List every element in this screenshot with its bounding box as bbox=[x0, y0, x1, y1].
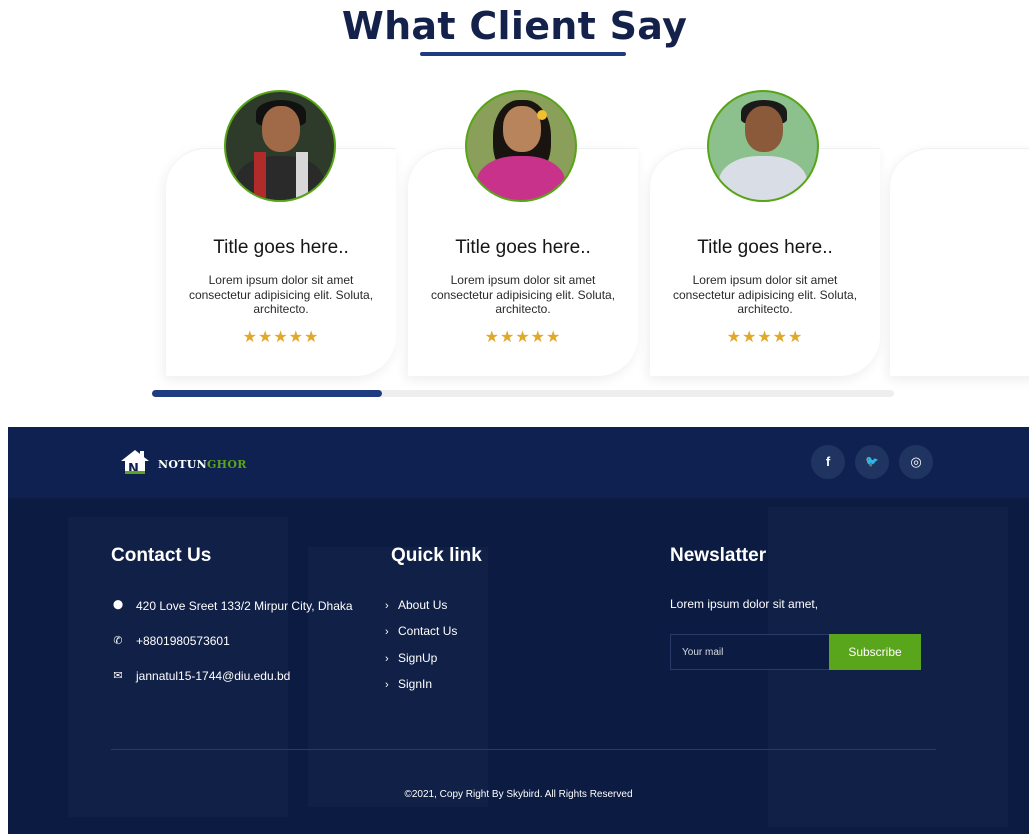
client-avatar bbox=[224, 90, 336, 202]
client-avatar bbox=[465, 90, 577, 202]
card-title: Title goes here.. bbox=[697, 237, 833, 258]
card-text: Lorem ipsum dolor sit amet consectetur a… bbox=[430, 273, 616, 316]
client-avatar bbox=[707, 90, 819, 202]
contact-email-text: jannatul15-1744@diu.edu.bd bbox=[136, 669, 291, 683]
footer: N NOTUNGHOR f 🐦 ◎ Contact Us ⬤ 420 Love … bbox=[8, 427, 1029, 834]
mail-icon: ✉ bbox=[113, 670, 123, 682]
card-title: Title goes here.. bbox=[455, 237, 591, 258]
quick-link-label: About Us bbox=[398, 598, 448, 612]
carousel-scrollbar[interactable] bbox=[152, 390, 894, 397]
quick-link-label: SignUp bbox=[398, 651, 438, 665]
instagram-icon[interactable]: ◎ bbox=[899, 445, 933, 479]
brand-name[interactable]: NOTUNGHOR bbox=[158, 458, 247, 471]
card-title: Title goes here.. bbox=[213, 237, 349, 258]
quick-link-about[interactable]: › About Us bbox=[385, 598, 447, 612]
quick-link-signup[interactable]: › SignUp bbox=[385, 651, 437, 665]
twitter-icon[interactable]: 🐦 bbox=[855, 445, 889, 479]
chevron-right-icon: › bbox=[385, 679, 389, 691]
card-text: Lorem ipsum dolor sit amet consectetur a… bbox=[672, 273, 858, 316]
facebook-icon[interactable]: f bbox=[811, 445, 845, 479]
house-logo-icon[interactable]: N bbox=[120, 449, 150, 475]
quick-link-label: SignIn bbox=[398, 677, 433, 691]
star-rating: ★★★★★ bbox=[726, 327, 804, 346]
footer-top-bar: N NOTUNGHOR f 🐦 ◎ bbox=[8, 427, 1029, 498]
chevron-right-icon: › bbox=[385, 653, 389, 665]
subscribe-button[interactable]: Subscribe bbox=[829, 634, 921, 670]
card-text: Lorem ipsum dolor sit amet consectetur a… bbox=[188, 273, 374, 316]
quick-link-label: Contact Us bbox=[398, 624, 458, 638]
chevron-right-icon: › bbox=[385, 600, 389, 612]
footer-divider bbox=[111, 749, 936, 750]
carousel-scrollbar-thumb[interactable] bbox=[152, 390, 383, 397]
quick-link-heading: Quick link bbox=[391, 545, 482, 566]
quick-link-contact[interactable]: › Contact Us bbox=[385, 624, 457, 638]
location-icon: ⬤ bbox=[112, 599, 124, 609]
star-rating: ★★★★★ bbox=[242, 327, 320, 346]
testimonial-card-partial bbox=[890, 148, 1029, 376]
quick-link-signin[interactable]: › SignIn bbox=[385, 677, 432, 691]
copyright-text: ©2021, Copy Right By Skybird. All Rights… bbox=[404, 789, 633, 800]
newsletter-heading: Newslatter bbox=[670, 545, 767, 566]
star-rating: ★★★★★ bbox=[484, 327, 562, 346]
newsletter-text: Lorem ipsum dolor sit amet, bbox=[670, 597, 819, 611]
brand-name-part1: NOTUN bbox=[158, 458, 207, 471]
contact-address-text: 420 Love Sreet 133/2 Mirpur City, Dhaka bbox=[136, 599, 353, 613]
newsletter-email-input[interactable] bbox=[670, 634, 829, 670]
chevron-right-icon: › bbox=[385, 626, 389, 638]
brand-name-part2: GHOR bbox=[206, 458, 247, 471]
testimonial-carousel[interactable]: Title goes here.. Lorem ipsum dolor sit … bbox=[0, 0, 1029, 400]
phone-icon: ✆ bbox=[113, 635, 123, 647]
contact-phone-text: +8801980573601 bbox=[136, 634, 230, 648]
contact-heading: Contact Us bbox=[111, 545, 212, 566]
